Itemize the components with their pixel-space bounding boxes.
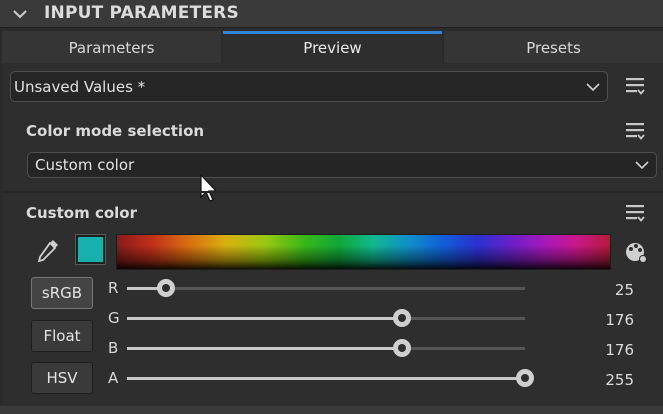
channel-r-track[interactable]	[127, 287, 525, 290]
channel-g-label: G	[108, 309, 120, 327]
chevron-down-icon	[635, 161, 649, 170]
channel-a-track[interactable]	[127, 377, 525, 380]
panel-title: INPUT PARAMETERS	[44, 3, 239, 23]
section-divider	[2, 191, 663, 193]
channel-a-value[interactable]: 255	[574, 371, 634, 389]
float-button[interactable]: Float	[31, 320, 93, 352]
custom-color-title: Custom color	[26, 204, 137, 222]
panel-header[interactable]: INPUT PARAMETERS	[0, 0, 663, 28]
tab-bar: Parameters Preview Presets	[2, 31, 663, 63]
channel-b-handle[interactable]	[392, 339, 411, 357]
channel-r-label: R	[108, 279, 119, 297]
color-mode-value: Custom color	[35, 156, 135, 174]
channel-g-handle[interactable]	[392, 309, 411, 327]
channel-b-value[interactable]: 176	[574, 341, 634, 359]
cursor-icon	[200, 174, 218, 202]
channel-a-handle[interactable]	[516, 369, 534, 387]
channel-r-handle[interactable]	[157, 279, 175, 297]
channel-b-track[interactable]	[127, 347, 525, 350]
color-mode-dropdown[interactable]: Custom color	[27, 152, 657, 178]
tab-presets[interactable]: Presets	[444, 31, 663, 63]
channel-b-label: B	[108, 339, 119, 357]
chevron-down-icon	[586, 83, 600, 92]
panel-footer	[0, 406, 663, 414]
menu-icon[interactable]	[624, 120, 646, 142]
channel-r-value[interactable]: 25	[574, 281, 634, 299]
color-swatch[interactable]	[75, 234, 106, 265]
tab-parameters[interactable]: Parameters	[2, 31, 221, 63]
menu-icon[interactable]	[624, 202, 646, 224]
channel-g-value[interactable]: 176	[574, 311, 634, 329]
channel-a-label: A	[108, 369, 119, 387]
chevron-down-icon[interactable]	[11, 5, 29, 23]
eyedropper-icon[interactable]	[35, 237, 61, 263]
palette-icon[interactable]	[623, 239, 649, 265]
hsv-button[interactable]: HSV	[31, 362, 93, 394]
srgb-button[interactable]: sRGB	[31, 277, 93, 309]
menu-icon[interactable]	[624, 75, 646, 97]
preset-dropdown-value: Unsaved Values *	[14, 78, 146, 96]
color-mode-title: Color mode selection	[26, 122, 205, 140]
channel-g-track[interactable]	[127, 317, 525, 320]
preset-dropdown[interactable]: Unsaved Values *	[10, 71, 608, 102]
color-spectrum[interactable]	[116, 234, 611, 270]
tab-preview[interactable]: Preview	[223, 31, 442, 63]
